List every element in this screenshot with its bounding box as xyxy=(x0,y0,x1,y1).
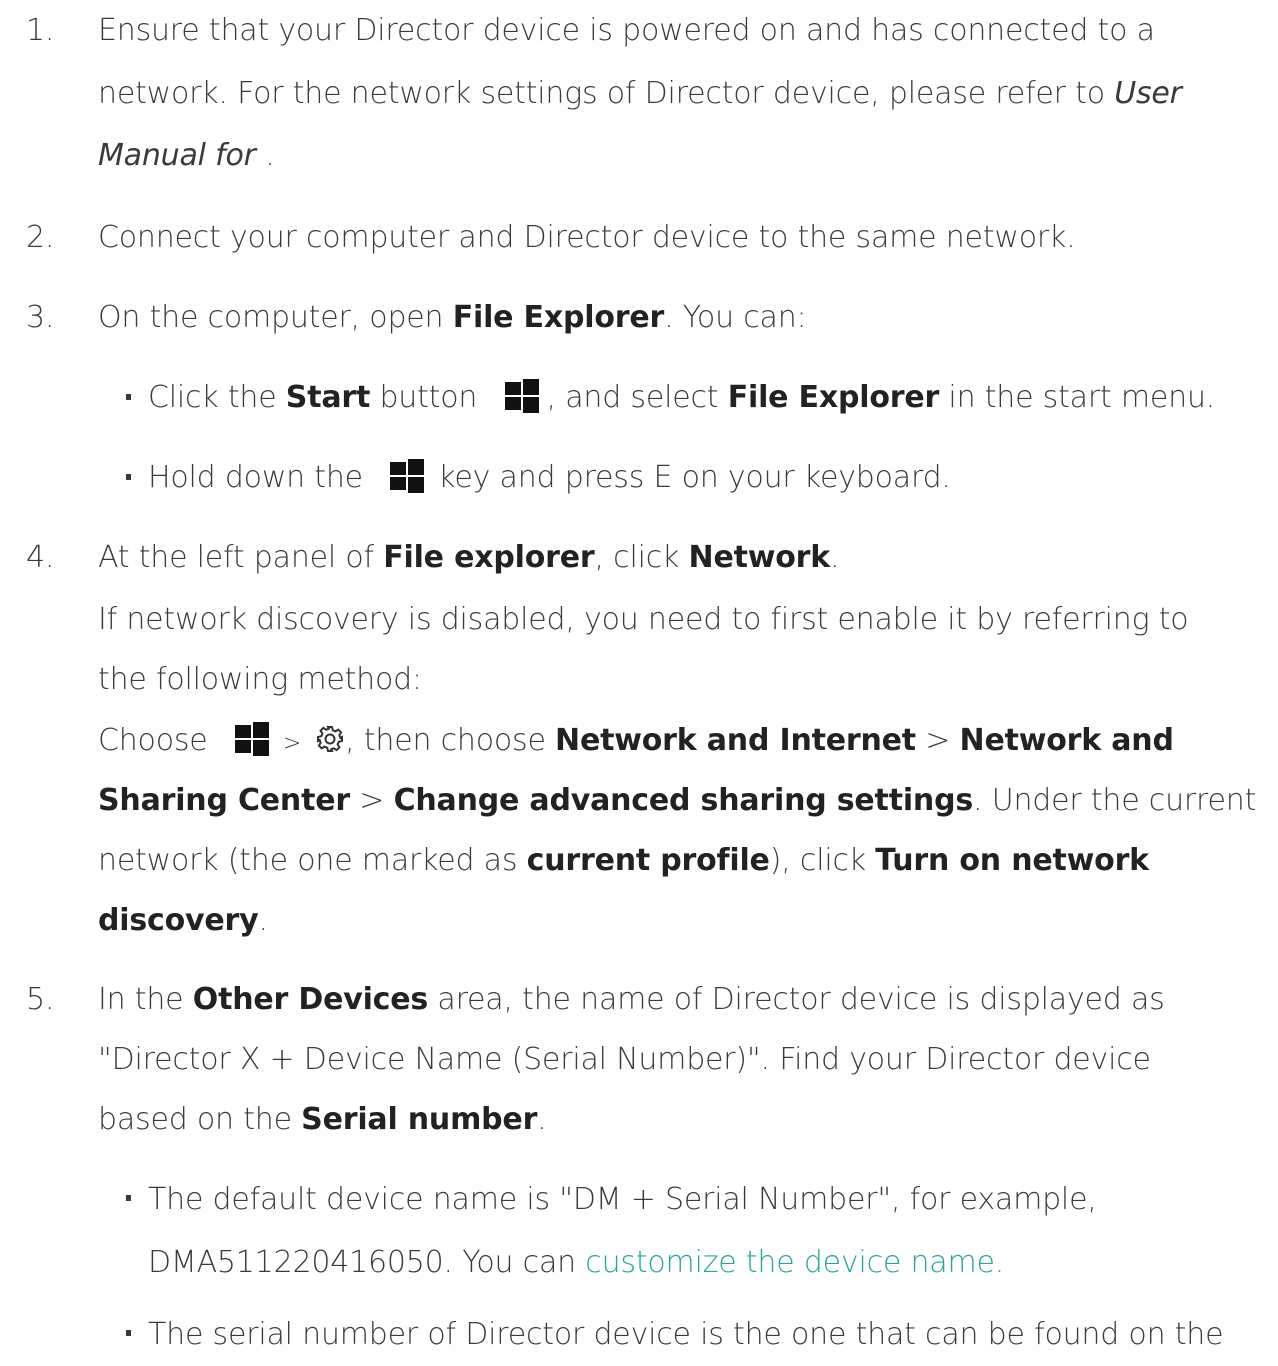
bullet-item: Click the Start button , and select File… xyxy=(148,367,1215,429)
ui-term: File Explorer xyxy=(452,300,665,335)
text-run: based on the xyxy=(98,1102,302,1137)
windows-logo-icon xyxy=(390,459,425,493)
ui-term: Network and xyxy=(959,723,1174,758)
ui-term: Network and Internet xyxy=(555,723,916,758)
step-text: On the computer, open File Explorer. You… xyxy=(98,287,807,349)
step-text: Manual for . xyxy=(98,125,275,187)
step-text: Choose > , then choose Network and Intern… xyxy=(98,710,1174,775)
step-text: discovery. xyxy=(98,890,268,952)
step-number: 1. xyxy=(26,13,55,48)
step-number: 2. xyxy=(26,220,55,255)
text-run: , click xyxy=(594,540,689,575)
text-run: , then choose xyxy=(345,723,556,758)
text-run: in the start menu. xyxy=(939,380,1216,415)
bullet-marker xyxy=(126,1330,131,1336)
text-run: network. For the network settings of Dir… xyxy=(98,76,1115,111)
step-text: Sharing Center > Change advanced sharing… xyxy=(98,770,1256,832)
text-run: Click the xyxy=(148,380,286,415)
ui-term: File explorer xyxy=(383,540,595,575)
ui-term: Sharing Center xyxy=(98,783,350,818)
ui-term: current profile xyxy=(526,843,770,878)
step-text: network (the one marked as current profi… xyxy=(98,830,1149,892)
step-number: 4. xyxy=(26,540,55,575)
text-run: > xyxy=(282,731,302,756)
text-run: Hold down the xyxy=(148,460,363,495)
text-run: Choose xyxy=(98,723,208,758)
ui-term: Change advanced sharing settings xyxy=(393,783,974,818)
text-run: Ensure that your Director device is powe… xyxy=(98,13,1155,48)
step-number: 5. xyxy=(26,982,55,1017)
text-run: In the xyxy=(98,982,193,1017)
step-text: based on the Serial number. xyxy=(98,1089,547,1151)
bullet-item: The default device name is "DM + Serial … xyxy=(148,1182,1097,1217)
text-run: At the left panel of xyxy=(98,540,384,575)
step-text: At the left panel of File explorer, clic… xyxy=(98,527,840,589)
ui-term: Serial number xyxy=(301,1102,538,1137)
ui-term: File Explorer xyxy=(727,380,940,415)
document: 1. Ensure that your Director device is p… xyxy=(0,0,1278,1359)
bullet-marker xyxy=(126,394,131,400)
text-run: . Under the current xyxy=(973,783,1257,818)
text-run: ), click xyxy=(769,843,876,878)
text-run: button xyxy=(370,380,478,415)
text-run: DMA511220416050. You can xyxy=(148,1245,586,1280)
text-run: . You can: xyxy=(664,300,807,335)
step-text: In the Other Devices area, the name of D… xyxy=(98,969,1165,1031)
bullet-item: Hold down the key and press E on your ke… xyxy=(148,447,951,509)
text-run: On the computer, open xyxy=(98,300,453,335)
step-text: the following method: xyxy=(98,662,422,697)
ui-term: Turn on network xyxy=(875,843,1149,878)
bullet-marker xyxy=(126,1195,131,1201)
customize-device-name-link[interactable]: customize the device name. xyxy=(585,1245,1004,1280)
windows-logo-icon xyxy=(234,722,269,756)
text-run: , and select xyxy=(546,380,728,415)
ui-term: Network xyxy=(688,540,831,575)
gear-icon xyxy=(317,726,344,752)
bullet-item: The serial number of Director device is … xyxy=(148,1317,1224,1352)
text-run: > xyxy=(915,723,960,758)
step-text: "Director X + Device Name (Serial Number… xyxy=(98,1042,1151,1077)
ui-term: Start xyxy=(285,380,371,415)
windows-logo-icon xyxy=(504,379,539,413)
manual-title: User xyxy=(1114,76,1182,111)
ui-term: Other Devices xyxy=(192,982,429,1017)
text-run: . xyxy=(258,903,268,938)
step-text: If network discovery is disabled, you ne… xyxy=(98,602,1189,637)
text-run: . xyxy=(830,540,840,575)
step-number: 3. xyxy=(26,300,55,335)
text-run: key and press E on your keyboard. xyxy=(438,460,951,495)
text-run: > xyxy=(349,783,394,818)
step-text: Ensure that your Director device is powe… xyxy=(98,0,1155,62)
text-run: area, the name of Director device is dis… xyxy=(428,982,1165,1017)
bullet-marker xyxy=(126,474,131,480)
text-run: network (the one marked as xyxy=(98,843,527,878)
bullet-item: DMA511220416050. You can customize the d… xyxy=(148,1232,1004,1294)
step-text: Connect your computer and Director devic… xyxy=(98,220,1076,255)
step-text: network. For the network settings of Dir… xyxy=(98,63,1182,125)
text-run: . xyxy=(255,138,275,173)
text-run: . xyxy=(537,1102,547,1137)
ui-term: discovery xyxy=(98,903,259,938)
manual-title: Manual for xyxy=(98,138,256,173)
